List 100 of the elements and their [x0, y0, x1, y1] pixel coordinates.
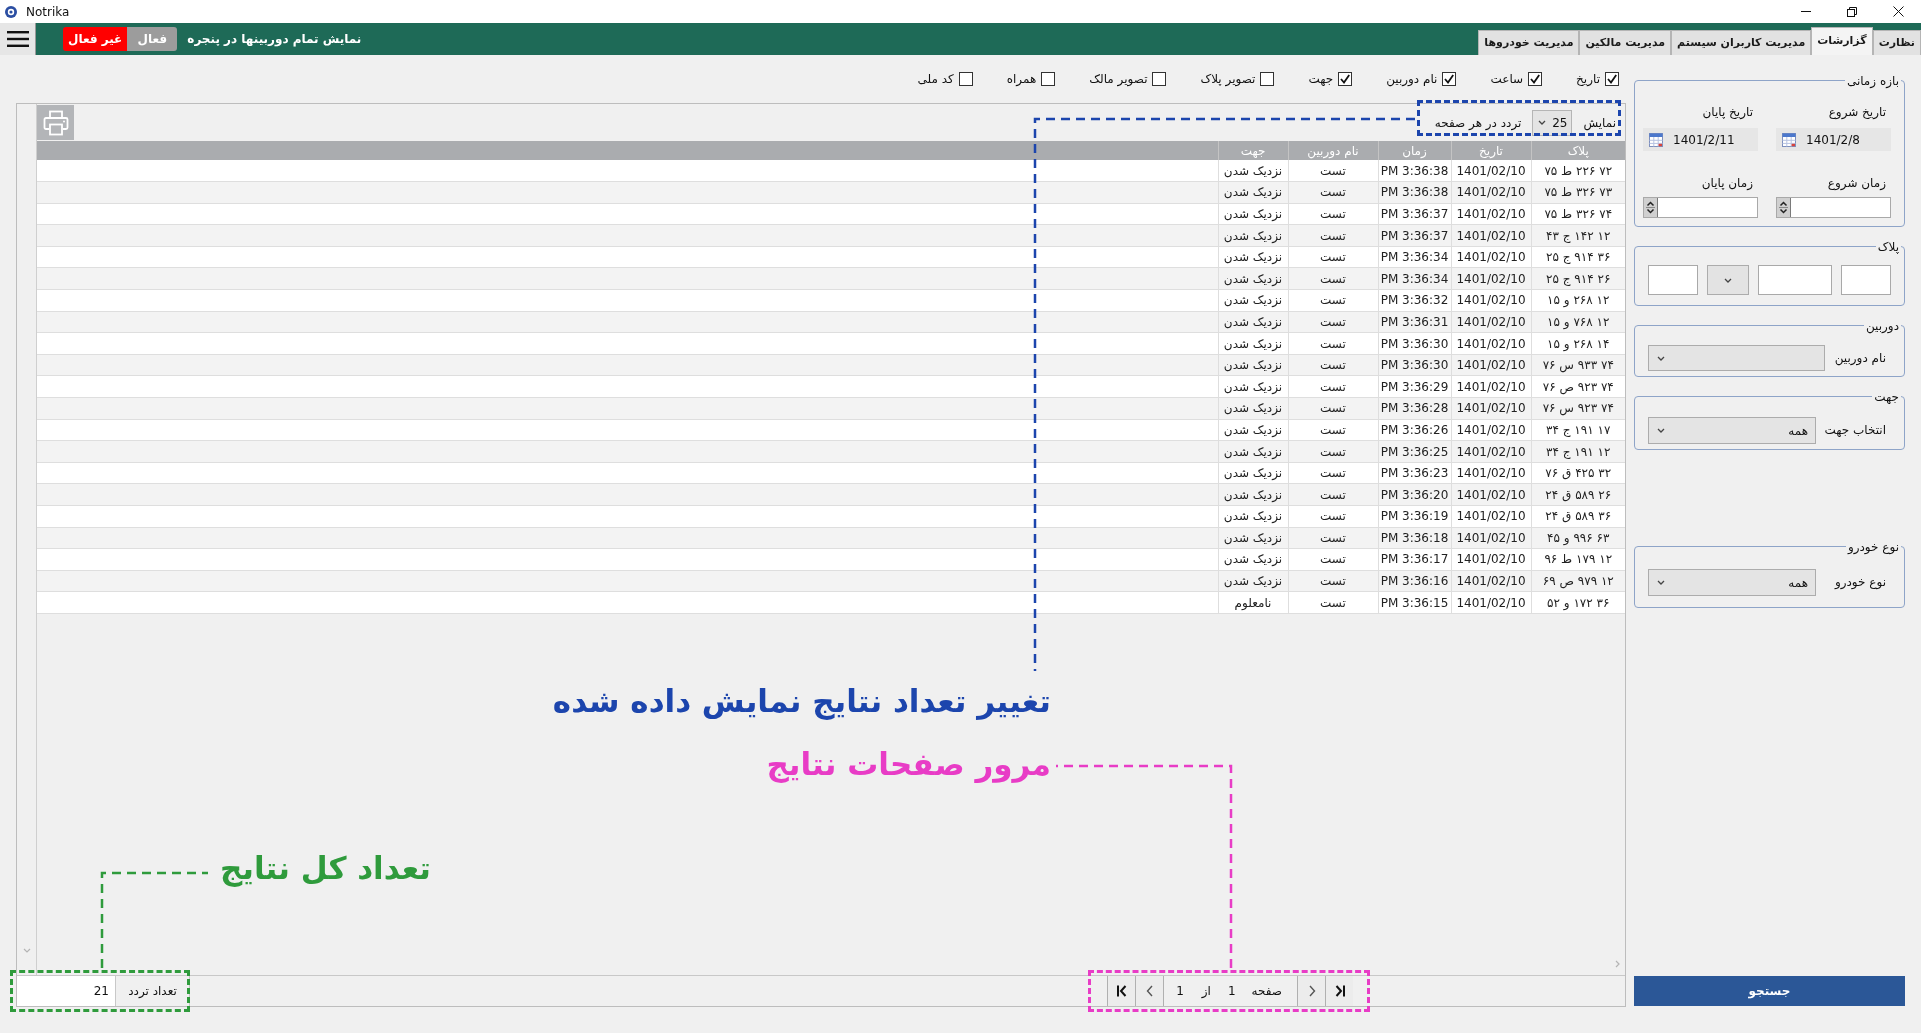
table-cell: 1401/02/10 [1451, 440, 1531, 463]
table-cell: نزدیک شدن [1218, 570, 1288, 592]
checkbox[interactable] [1442, 72, 1457, 86]
table-cell: 1401/02/10 [1451, 354, 1531, 376]
table-cell: 1401/02/10 [1451, 224, 1531, 247]
page-size-label: تردد در هر صفحه [1434, 114, 1522, 132]
table-cell: نزدیک شدن [1218, 267, 1288, 290]
table-cell: ۱۲ ۱۹۱ ج ۳۴ [1531, 440, 1625, 463]
table-cell: ۷۴ ۹۲۳ س ۷۶ [1531, 397, 1625, 420]
menu-button[interactable] [0, 23, 36, 55]
check-icon [1444, 74, 1455, 84]
check-icon [1530, 74, 1541, 84]
spin-button[interactable] [1777, 198, 1791, 217]
table-cell: 1401/02/10 [1451, 419, 1531, 441]
date-field[interactable]: 1401/2/8 [1776, 128, 1891, 151]
table-cell: PM 3:36:30 [1378, 332, 1451, 355]
table-cell: ۷۴ ۳۲۶ ط ۷۵ [1531, 203, 1625, 225]
tab[interactable]: نظارت [1872, 30, 1921, 55]
field-label: زمان شروع [1826, 175, 1887, 191]
table-cell: PM 3:36:16 [1378, 570, 1451, 592]
up-down-arrows-icon [1646, 200, 1655, 215]
tab[interactable]: مدیریت مالکین [1579, 30, 1672, 55]
table-cell: ۷۴ ۹۲۳ ص ۷۶ [1531, 375, 1625, 398]
table-cell: نزدیک شدن [1218, 440, 1288, 463]
table-cell: تست [1288, 267, 1378, 290]
checkbox[interactable] [1152, 72, 1167, 86]
table-cell: نزدیک شدن [1218, 505, 1288, 528]
checkbox[interactable] [1338, 72, 1353, 86]
group-title: بازه زمانی [1844, 73, 1901, 89]
table-cell: PM 3:36:19 [1378, 505, 1451, 528]
plate-field[interactable] [1758, 265, 1832, 295]
date-field[interactable]: 1401/2/11 [1643, 128, 1758, 151]
spin-button[interactable] [1644, 198, 1658, 217]
pager-button[interactable] [1325, 976, 1353, 1006]
chevron-right-icon [1615, 960, 1620, 968]
page-number: 1 [1227, 983, 1236, 1000]
toggle-option[interactable]: غیر فعال [63, 27, 128, 51]
table-cell: نزدیک شدن [1218, 419, 1288, 441]
pager-button[interactable] [1107, 976, 1135, 1006]
table-cell: تست [1288, 483, 1378, 506]
restore-icon [1847, 6, 1857, 17]
table-cell: ۱۲ ۱۷۹ ط ۹۶ [1531, 548, 1625, 571]
minimize-icon [1801, 11, 1811, 12]
table-cell: 1401/02/10 [1451, 527, 1531, 549]
table-cell: ۳۶ ۹۱۴ ج ۲۵ [1531, 246, 1625, 268]
checkbox[interactable] [1041, 72, 1056, 86]
chevron-down-icon [1657, 428, 1665, 433]
tab[interactable]: مدیریت کاربران سیستم [1671, 30, 1812, 55]
table-cell: نزدیک شدن [1218, 527, 1288, 549]
group-title: پلاک [1875, 239, 1901, 255]
tab[interactable]: گزارشات [1811, 27, 1873, 55]
time-field[interactable] [1776, 197, 1891, 218]
page-size-dropdown[interactable]: 25 [1532, 109, 1573, 136]
chevron-down-icon [1538, 120, 1547, 125]
column-header: جهت [1218, 141, 1288, 160]
table-cell: نزدیک شدن [1218, 483, 1288, 506]
checkbox[interactable] [1605, 72, 1619, 86]
check-icon [1607, 74, 1617, 84]
search-button[interactable]: جستجو [1634, 976, 1905, 1006]
field-label: نوع خودرو [1834, 574, 1886, 592]
table-cell: تست [1288, 246, 1378, 268]
field-label: نام دوربین [1834, 350, 1886, 368]
window-title: Notrika [26, 3, 70, 21]
time-field[interactable] [1643, 197, 1758, 218]
checkbox-label: همراه [1006, 71, 1037, 88]
vehicle-type-dropdown[interactable]: همه [1648, 569, 1816, 596]
table-cell: تست [1288, 224, 1378, 247]
table-cell: ۳۶ ۵۸۹ ق ۲۴ [1531, 505, 1625, 528]
table-cell: نزدیک شدن [1218, 375, 1288, 398]
chevron-right-icon [1306, 985, 1317, 997]
direction-dropdown[interactable]: همه [1648, 417, 1816, 444]
checkbox[interactable] [1528, 72, 1543, 86]
calendar-icon [1782, 132, 1796, 147]
tab[interactable]: مدیریت خودروها [1478, 30, 1580, 55]
chevron-down-icon [1724, 277, 1732, 283]
table-cell: تست [1288, 505, 1378, 528]
table-cell: 1401/02/10 [1451, 505, 1531, 528]
chevron-bar-right-icon [1334, 985, 1345, 997]
table-cell: 1401/02/10 [1451, 483, 1531, 506]
table-cell: تست [1288, 419, 1378, 441]
plate-field[interactable] [1841, 265, 1891, 295]
checkbox[interactable] [958, 72, 973, 86]
plate-field[interactable] [1648, 265, 1698, 295]
table-cell: 1401/02/10 [1451, 375, 1531, 398]
table-cell: PM 3:36:32 [1378, 289, 1451, 312]
table-cell: ۳۲ ۴۲۵ ق ۷۶ [1531, 462, 1625, 484]
table-cell: تست [1288, 527, 1378, 549]
table-cell: ۲۶ ۵۸۹ ق ۲۴ [1531, 483, 1625, 506]
table-cell: نزدیک شدن [1218, 224, 1288, 247]
field-label: تاریخ پایان [1701, 104, 1754, 120]
checkbox[interactable] [1260, 72, 1275, 86]
page-label: صفحه [1251, 983, 1282, 1000]
table-cell: تست [1288, 375, 1378, 398]
chevron-down-icon [1657, 355, 1665, 361]
page-size-label: نمایش [1583, 114, 1616, 132]
table-cell: PM 3:36:38 [1378, 160, 1451, 182]
table-cell: PM 3:36:38 [1378, 181, 1451, 204]
table-cell: PM 3:36:25 [1378, 440, 1451, 463]
table-cell: نزدیک شدن [1218, 332, 1288, 355]
table-cell: نزدیک شدن [1218, 246, 1288, 268]
